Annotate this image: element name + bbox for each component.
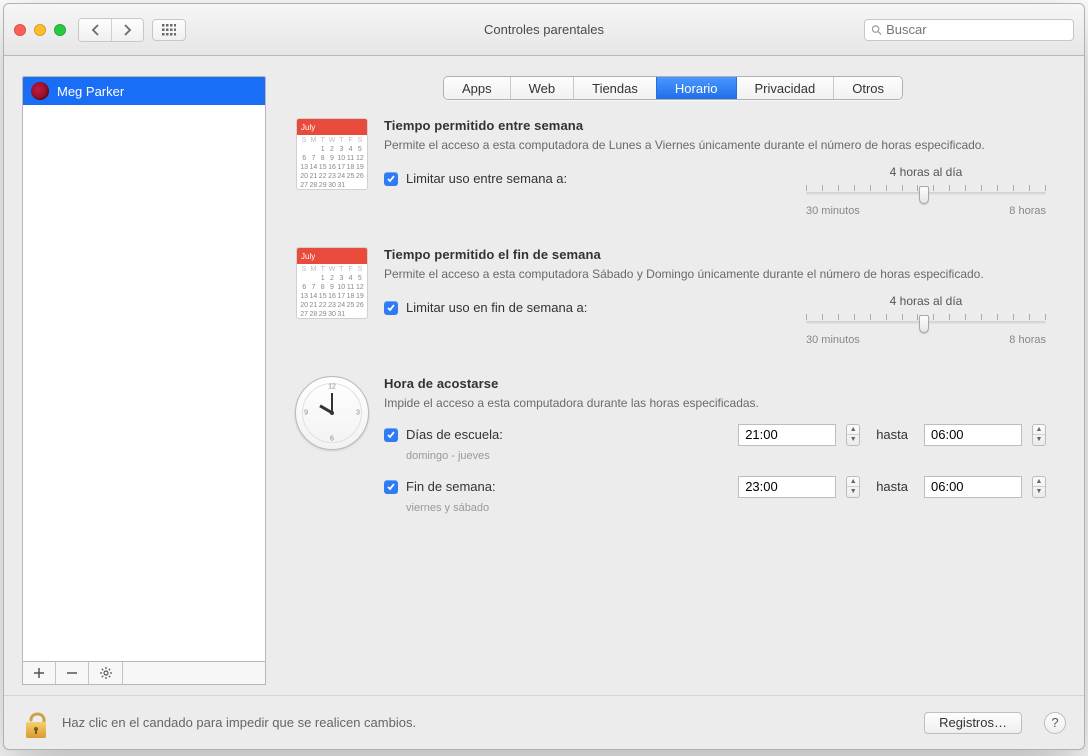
minimize-button[interactable] [34, 24, 46, 36]
slider-thumb[interactable] [919, 315, 929, 333]
show-all-button[interactable] [152, 19, 186, 41]
weekend-desc: Permite el acceso a esta computadora Sáb… [384, 266, 994, 282]
weekend-row: Fin de semana: 23:00 ▲▼ hasta 06:00 ▲▼ [384, 476, 1046, 498]
school-from-stepper[interactable]: ▲▼ [846, 424, 860, 446]
school-row: Días de escuela: 21:00 ▲▼ hasta 06:00 ▲▼ [384, 424, 1046, 446]
weekday-slider[interactable]: 4 horas al día 30 minutos 8 horas [806, 165, 1046, 217]
user-name: Meg Parker [57, 84, 124, 99]
body: Meg Parker Apps Web T [4, 56, 1084, 695]
school-label: Días de escuela: [406, 427, 503, 442]
weekday-desc: Permite el acceso a esta computadora de … [384, 137, 994, 153]
lock-icon[interactable] [22, 706, 50, 740]
weekend-label: Fin de semana: [406, 479, 496, 494]
search-input[interactable] [886, 22, 1067, 37]
tab-time[interactable]: Horario [657, 77, 737, 99]
nav-back-forward [78, 18, 144, 42]
tabs: Apps Web Tiendas Horario Privacidad Otro… [280, 76, 1066, 100]
school-subtext: domingo - jueves [406, 450, 1046, 462]
weekend-slider-min: 30 minutos [806, 334, 860, 346]
school-from-field[interactable]: 21:00 [738, 424, 836, 446]
user-row[interactable]: Meg Parker [23, 77, 265, 105]
weekday-slider-min: 30 minutos [806, 205, 860, 217]
back-button[interactable] [79, 19, 111, 41]
tab-web[interactable]: Web [511, 77, 575, 99]
lock-message: Haz clic en el candado para impedir que … [62, 715, 416, 730]
avatar [31, 82, 49, 100]
section-bedtime: 12 3 6 9 Hora de acostarse Impide el acc… [294, 376, 1046, 527]
remove-user-button[interactable] [56, 662, 89, 684]
calendar-icon: July SMTWTFS 12345 6789101112 1314151617… [296, 247, 368, 319]
help-button[interactable]: ? [1044, 712, 1066, 734]
weekday-title: Tiempo permitido entre semana [384, 118, 1046, 133]
pane-time: July SMTWTFS 12345 6789101112 1314151617… [280, 118, 1066, 685]
weekend-to-field[interactable]: 06:00 [924, 476, 1022, 498]
weekend-limit-label: Limitar uso en fin de semana a: [406, 300, 587, 315]
checkbox-checked-icon [384, 480, 398, 494]
weekend-slider[interactable]: 4 horas al día 30 minutos 8 horas [806, 294, 1046, 346]
tab-apps[interactable]: Apps [444, 77, 511, 99]
logs-button[interactable]: Registros… [924, 712, 1022, 734]
user-list[interactable]: Meg Parker [22, 76, 266, 661]
weekend-slider-value: 4 horas al día [806, 294, 1046, 308]
weekend-to-stepper[interactable]: ▲▼ [1032, 476, 1046, 498]
content: Apps Web Tiendas Horario Privacidad Otro… [280, 76, 1066, 685]
window: Controles parentales Meg Parker [3, 3, 1085, 750]
forward-button[interactable] [111, 19, 143, 41]
titlebar: Controles parentales [4, 4, 1084, 56]
bedtime-title: Hora de acostarse [384, 376, 1046, 391]
gear-icon [100, 667, 112, 679]
minus-icon [67, 668, 77, 678]
school-checkbox[interactable]: Días de escuela: [384, 427, 503, 442]
sidebar-footer [22, 661, 266, 685]
weekend-title: Tiempo permitido el fin de semana [384, 247, 1046, 262]
tab-stores[interactable]: Tiendas [574, 77, 657, 99]
weekend-limit-checkbox[interactable]: Limitar uso en fin de semana a: [384, 300, 587, 315]
add-user-button[interactable] [23, 662, 56, 684]
weekday-limit-checkbox[interactable]: Limitar uso entre semana a: [384, 171, 567, 186]
school-to-stepper[interactable]: ▲▼ [1032, 424, 1046, 446]
weekend-checkbox[interactable]: Fin de semana: [384, 479, 496, 494]
search-field[interactable] [864, 19, 1074, 41]
weekend-subtext: viernes y sábado [406, 502, 1046, 514]
action-menu-button[interactable] [89, 662, 123, 684]
weekend-to-label: hasta [876, 479, 908, 494]
slider-thumb[interactable] [919, 186, 929, 204]
section-weekday: July SMTWTFS 12345 6789101112 1314151617… [294, 118, 1046, 217]
weekend-from-stepper[interactable]: ▲▼ [846, 476, 860, 498]
school-to-field[interactable]: 06:00 [924, 424, 1022, 446]
section-weekend: July SMTWTFS 12345 6789101112 1314151617… [294, 247, 1046, 346]
tab-other[interactable]: Otros [834, 77, 902, 99]
checkbox-checked-icon [384, 428, 398, 442]
bottom-bar: Haz clic en el candado para impedir que … [4, 695, 1084, 749]
close-button[interactable] [14, 24, 26, 36]
weekday-slider-max: 8 horas [1009, 205, 1046, 217]
weekday-limit-label: Limitar uso entre semana a: [406, 171, 567, 186]
tab-privacy[interactable]: Privacidad [737, 77, 835, 99]
search-icon [871, 24, 882, 36]
clock-icon: 12 3 6 9 [295, 376, 369, 450]
weekend-from-field[interactable]: 23:00 [738, 476, 836, 498]
weekday-slider-value: 4 horas al día [806, 165, 1046, 179]
calendar-icon: July SMTWTFS 12345 6789101112 1314151617… [296, 118, 368, 190]
sidebar: Meg Parker [22, 76, 266, 685]
checkbox-checked-icon [384, 301, 398, 315]
traffic-lights [14, 24, 66, 36]
weekend-slider-max: 8 horas [1009, 334, 1046, 346]
bedtime-desc: Impide el acceso a esta computadora dura… [384, 395, 994, 411]
tab-bar: Apps Web Tiendas Horario Privacidad Otro… [443, 76, 903, 100]
checkbox-checked-icon [384, 172, 398, 186]
zoom-button[interactable] [54, 24, 66, 36]
plus-icon [34, 668, 44, 678]
school-to-label: hasta [876, 427, 908, 442]
